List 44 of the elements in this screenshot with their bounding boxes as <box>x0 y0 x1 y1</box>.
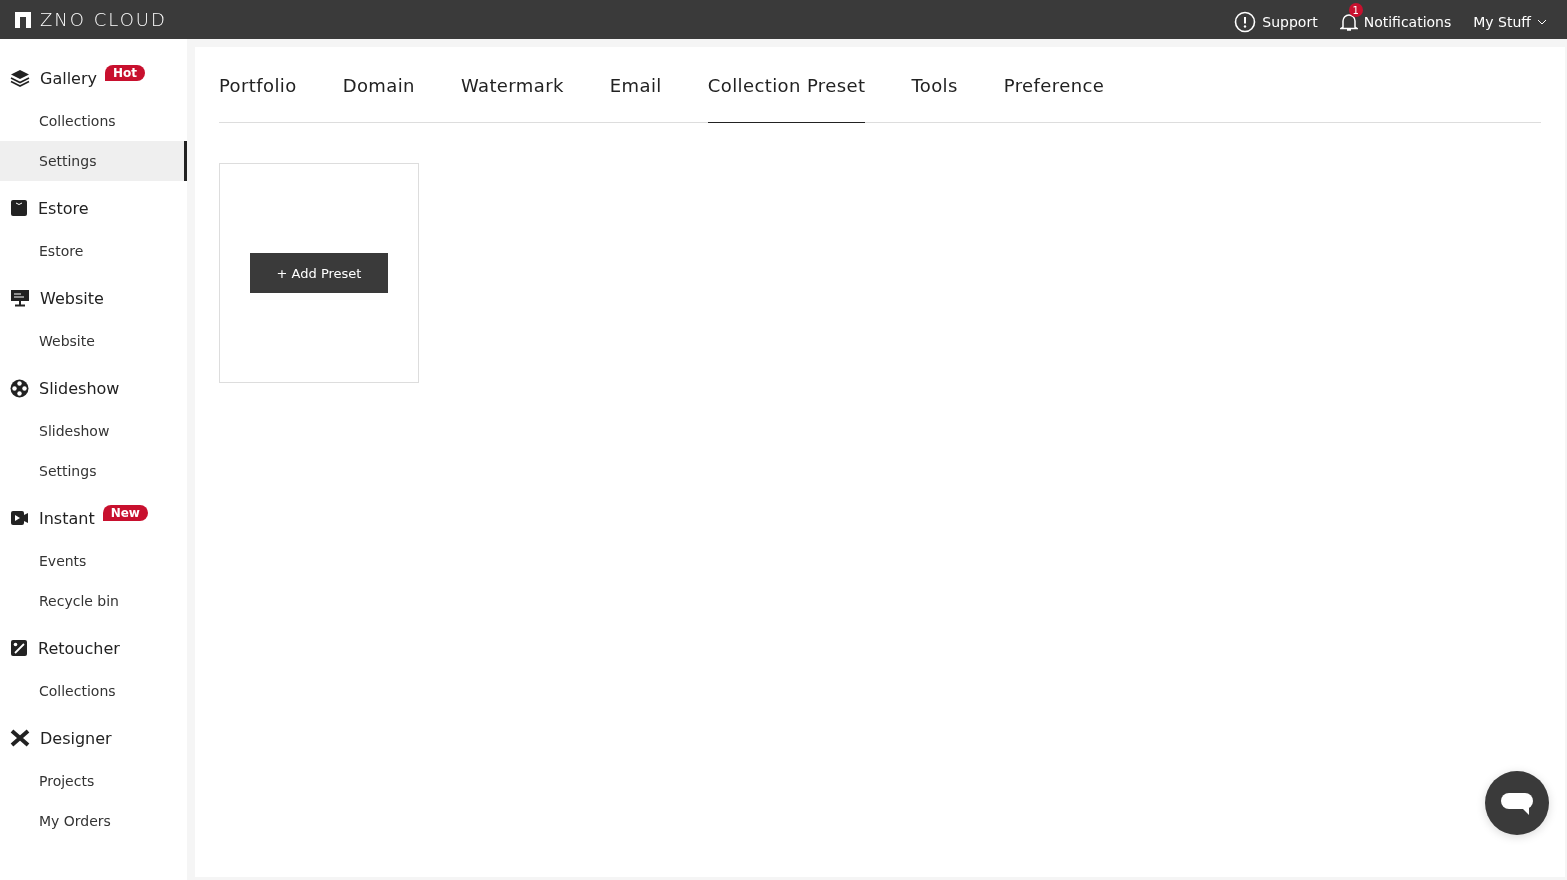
sidebar-item[interactable]: Collections <box>0 671 187 711</box>
tab[interactable]: Tools <box>911 47 958 123</box>
menu-link[interactable]: My Stuff <box>1473 5 1547 34</box>
section-title: Slideshow <box>39 378 120 398</box>
sidebar-item[interactable]: Settings <box>0 451 187 491</box>
header-link[interactable]: Support <box>1234 2 1318 37</box>
section-title: Instant <box>39 508 95 528</box>
bell-icon <box>1339 12 1358 32</box>
tab[interactable]: Collection Preset <box>707 47 866 123</box>
section-title: Designer <box>40 728 112 748</box>
sidebar-item[interactable]: Collections <box>0 101 187 141</box>
logo-icon <box>15 11 31 28</box>
sidebar-item[interactable]: Events <box>0 541 187 581</box>
section-title: Gallery <box>40 68 97 88</box>
tab[interactable]: Watermark <box>460 47 564 123</box>
estore-icon <box>10 199 28 217</box>
sidebar-item[interactable]: Projects <box>0 761 187 801</box>
instant-icon <box>10 510 29 526</box>
add-preset-button[interactable]: + Add Preset <box>250 253 388 293</box>
slideshow-icon <box>10 378 29 398</box>
badge: Hot <box>105 65 145 81</box>
logo-text: ZNO CLOUD <box>40 9 167 30</box>
retoucher-icon <box>10 639 28 657</box>
section-title: Retoucher <box>38 638 120 658</box>
badge: New <box>102 505 148 521</box>
sidebar-item[interactable]: Settings <box>0 141 187 181</box>
website-icon <box>10 289 30 307</box>
tab[interactable]: Domain <box>342 47 415 123</box>
tab[interactable]: Preference <box>1003 47 1105 123</box>
caret-icon <box>1537 19 1547 25</box>
gallery-icon <box>10 69 30 87</box>
notification-count: 1 <box>1348 3 1363 17</box>
sidebar-item[interactable]: Estore <box>0 231 187 271</box>
tab[interactable]: Email <box>609 47 662 123</box>
sidebar-item[interactable]: Website <box>0 321 187 361</box>
alert-circle-icon <box>1234 11 1257 33</box>
chat-bubble-icon <box>1500 790 1534 816</box>
sidebar-item[interactable]: My Orders <box>0 801 187 841</box>
tab[interactable]: Portfolio <box>219 47 297 123</box>
sidebar-item[interactable]: Slideshow <box>0 411 187 451</box>
section-title: Website <box>40 288 104 308</box>
header-link[interactable]: 1 Notifications <box>1339 3 1452 36</box>
section-title: Estore <box>38 198 89 218</box>
sidebar-item[interactable]: Recycle bin <box>0 581 187 621</box>
